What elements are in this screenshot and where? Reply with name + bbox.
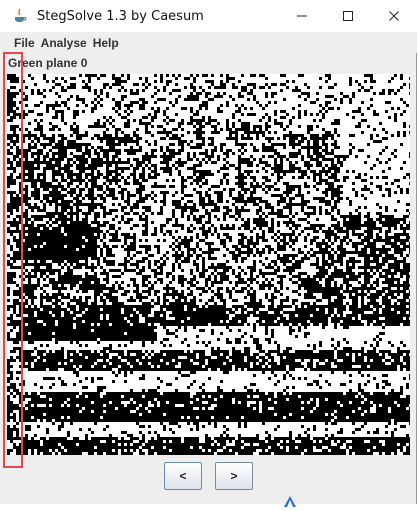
previous-plane-button[interactable]: < — [164, 462, 202, 490]
title-bar[interactable]: StegSolve 1.3 by Caesum — [0, 0, 417, 32]
window-title: StegSolve 1.3 by Caesum — [37, 9, 204, 24]
minimize-button[interactable] — [279, 0, 325, 32]
maximize-icon — [342, 10, 354, 22]
menu-bar: File Analyse Help — [0, 32, 417, 53]
close-icon — [388, 10, 400, 22]
close-button[interactable] — [371, 0, 417, 32]
stegsolve-window: StegSolve 1.3 by Caesum File Analyse Hel… — [0, 0, 417, 504]
next-plane-button[interactable]: > — [215, 462, 253, 490]
plane-label: Green plane 0 — [8, 56, 87, 70]
minimize-icon — [296, 10, 308, 22]
menu-help[interactable]: Help — [93, 36, 119, 50]
maximize-button[interactable] — [325, 0, 371, 32]
menu-file[interactable]: File — [14, 36, 35, 50]
bit-plane-image — [7, 74, 410, 455]
plane-navigation: < > — [0, 462, 417, 492]
menu-analyse[interactable]: Analyse — [41, 36, 87, 50]
partial-taskbar-icon — [283, 492, 297, 504]
java-cup-icon — [12, 8, 28, 24]
